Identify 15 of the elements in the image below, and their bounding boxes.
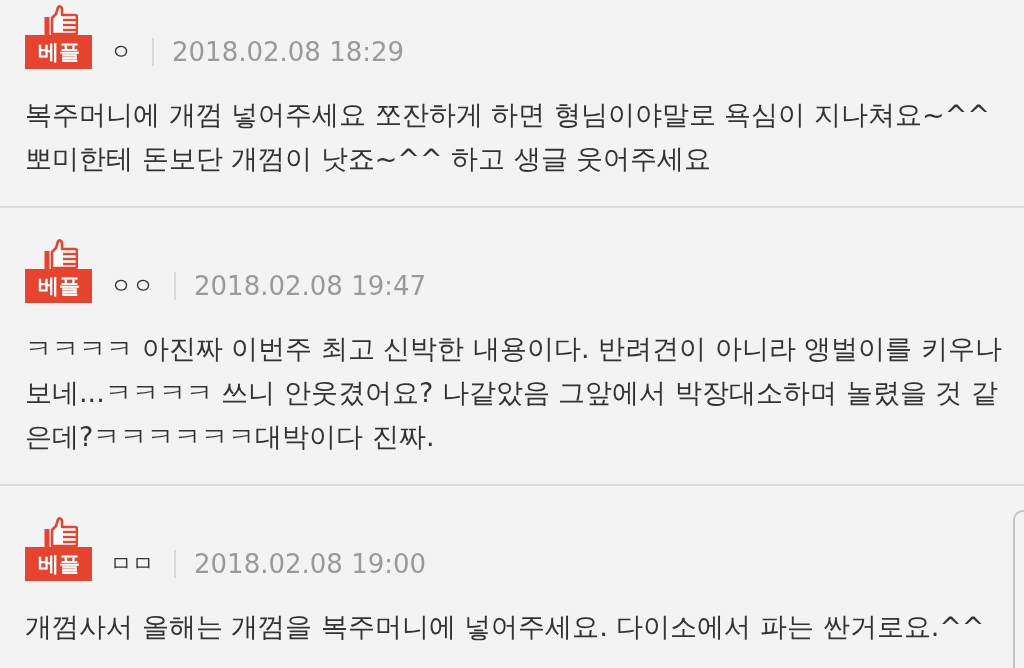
comment-text: 개껌사서 올해는 개껌을 복주머니에 넣어주세요. 다이소에서 파는 싼거로요.^^ [25,610,986,644]
best-badge: 베플 [25,547,92,581]
comment-date: 2018.02.08 19:47 [194,271,427,301]
thumbs-up-icon [43,5,78,35]
best-badge: 베플 [25,269,92,303]
thumbs-up-icon [43,239,78,269]
comment-text: ㅋㅋㅋㅋ 아진짜 이번주 최고 신박한 내용이다. 반려견이 아니라 앵벌이를 키우나보네...ㅋㅋㅋㅋ 쓰니 안웃겼어요? 나같았음 그앞에서 박장대소하며 놀렸을 것 같은데?ㅋㅋㅋㅋㅋㅋ대박이다 진짜. [25,332,1003,454]
comment-date: 2018.02.08 18:29 [172,37,405,67]
thumbs-up-icon [43,517,78,547]
author-name: ㅇ [110,38,132,66]
author-name: ㅇㅇ [110,272,154,300]
author-name: ㅁㅁ [110,550,154,578]
best-badge: 베플 [25,35,92,69]
comment-text: 복주머니에 개껌 넣어주세요 쪼잔하게 하면 형님이야말로 욕심이 지나쳐요~^^ 뽀미한테 돈보단 개껌이 낫죠~^^ 하고 생글 웃어주세요 [25,98,991,176]
comment-date: 2018.02.08 19:00 [194,549,427,579]
